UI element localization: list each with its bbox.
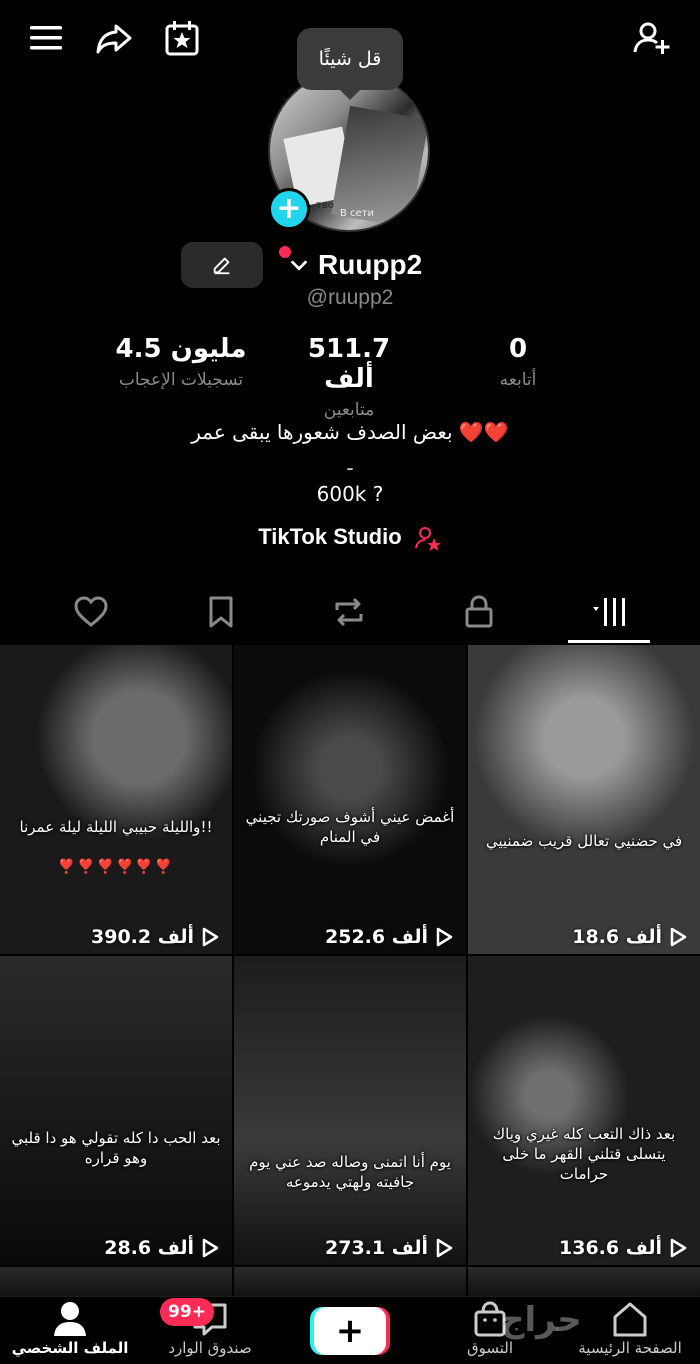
following-stat[interactable]: 0 أتابعه	[488, 334, 548, 390]
followers-stat[interactable]: 511.7 ألف متابعين	[282, 334, 416, 420]
video-caption: بعد الحب دا كله تقولي هو دا قلبي وهو قرا…	[11, 1129, 221, 1167]
views-count: 390.2 ألف	[91, 926, 194, 948]
likes-count: 4.5 مليون	[115, 334, 247, 364]
watermark: حراج	[500, 1300, 582, 1340]
video-views: 136.6 ألف	[559, 1237, 688, 1259]
edit-profile-button[interactable]	[181, 242, 263, 288]
chevron-down-icon	[290, 260, 308, 271]
play-icon	[670, 927, 687, 947]
video-thumbnail-4[interactable]: بعد الحب دا كله تقولي هو دا قلبي وهو قرا…	[0, 956, 232, 1265]
bottom-navigation: الصفحة الرئيسية التسوق + صندوق الوارد ال…	[0, 1296, 700, 1364]
nav-profile[interactable]: الملف الشخصي	[10, 1297, 130, 1364]
account-switcher[interactable]: Ruupp2	[280, 242, 422, 288]
tab-reposts[interactable]	[314, 584, 384, 640]
inbox-badge: 99+	[160, 1298, 214, 1326]
followers-count: 511.7 ألف	[307, 334, 391, 394]
views-count: 252.6 ألف	[325, 926, 428, 948]
video-thumbnail-6[interactable]: بعد ذاك التعب كله غيري وياك يتسلى قتلني …	[468, 956, 700, 1265]
tab-liked[interactable]	[56, 584, 126, 640]
home-icon	[613, 1302, 647, 1337]
play-icon	[436, 927, 453, 947]
creator-star-icon	[414, 527, 441, 552]
tiktok-studio-link[interactable]: TikTok Studio	[0, 524, 700, 552]
views-count: 136.6 ألف	[559, 1237, 662, 1259]
content-tabs	[0, 584, 700, 643]
add-friend-icon[interactable]	[628, 14, 676, 62]
play-icon	[202, 1238, 219, 1258]
bio-line-3: 600k ?	[316, 482, 384, 506]
pencil-icon	[213, 257, 230, 275]
video-thumbnail-2[interactable]: أغمض عيني أشوف صورتك تجيني في المنام 252…	[234, 645, 466, 954]
video-hearts: ❣️❣️❣️❣️❣️❣️	[57, 859, 175, 875]
following-count: 0	[508, 334, 528, 364]
video-thumbnail-1[interactable]: والليلة حبيبي الليلة ليلة عمرنا!! ❣️❣️❣️…	[0, 645, 232, 954]
say-something-tooltip[interactable]: قل شيئًا	[297, 28, 403, 100]
calendar-star-icon[interactable]	[158, 14, 206, 62]
followers-label: متابعين	[323, 400, 375, 420]
handle-text: @ruupp2	[306, 286, 394, 309]
studio-label: TikTok Studio	[258, 524, 402, 549]
bio-line-1: بعض الصدف شعورها يبقى عمر ❤️❤️	[191, 420, 509, 444]
likes-label: تسجيلات الإعجاب	[118, 370, 244, 390]
tab-private[interactable]	[444, 584, 514, 640]
menu-icon[interactable]	[22, 14, 70, 62]
video-thumbnail-7[interactable]	[0, 1267, 232, 1297]
video-views: 273.1 ألف	[325, 1237, 454, 1259]
nav-shop-label: التسوق	[466, 1339, 514, 1357]
create-button[interactable]: +	[314, 1307, 386, 1355]
profile-icon	[54, 1302, 86, 1336]
video-views: 28.6 ألف	[104, 1237, 220, 1259]
video-thumbnail-8[interactable]	[234, 1267, 466, 1297]
tab-saved[interactable]	[186, 584, 256, 640]
nav-profile-label: الملف الشخصي	[11, 1339, 129, 1357]
tab-videos[interactable]	[574, 584, 644, 640]
video-views: 390.2 ألف	[91, 926, 220, 948]
play-icon	[436, 1238, 453, 1258]
video-thumbnail-9[interactable]	[468, 1267, 700, 1297]
add-story-button[interactable]: +	[268, 188, 310, 230]
profile-name: Ruupp2	[318, 249, 423, 280]
heart-icon	[74, 596, 108, 627]
video-thumbnail-5[interactable]: يوم أنا اتمنى وصاله صد عني يوم جافيته ول…	[234, 956, 466, 1265]
play-icon	[670, 1238, 687, 1258]
nav-inbox-label: صندوق الوارد	[168, 1339, 252, 1357]
video-caption: والليلة حبيبي الليلة ليلة عمرنا!!	[19, 818, 213, 836]
video-thumbnail-3[interactable]: في حضنيي تعالل قريب ضمنييي 18.6 ألف	[468, 645, 700, 954]
grid-bars-icon	[593, 598, 625, 626]
nav-home-label: الصفحة الرئيسية	[578, 1339, 682, 1357]
repost-icon	[335, 597, 363, 627]
views-count: 273.1 ألف	[325, 1237, 428, 1259]
video-views: 252.6 ألف	[325, 926, 454, 948]
avatar-text-1: тво	[316, 200, 334, 211]
views-count: 28.6 ألف	[104, 1237, 194, 1259]
profile-handle: @ruupp2	[0, 286, 700, 310]
avatar-text-2: В сети	[340, 208, 375, 219]
following-label: أتابعه	[499, 370, 537, 390]
play-icon	[202, 927, 219, 947]
views-count: 18.6 ألف	[572, 926, 662, 948]
video-caption: أغمض عيني أشوف صورتك تجيني في المنام	[245, 808, 455, 846]
bookmark-icon	[209, 596, 233, 628]
likes-stat[interactable]: 4.5 مليون تسجيلات الإعجاب	[110, 334, 252, 390]
share-icon[interactable]	[90, 14, 138, 62]
video-caption: يوم أنا اتمنى وصاله صد عني يوم جافيته ول…	[249, 1153, 451, 1191]
active-tab-indicator	[568, 640, 650, 643]
video-caption: في حضنيي تعالل قريب ضمنييي	[485, 832, 683, 850]
bio-line-2: -	[346, 456, 354, 480]
video-views: 18.6 ألف	[572, 926, 688, 948]
lock-icon	[465, 595, 493, 628]
video-caption: بعد ذاك التعب كله غيري وياك يتسلى قتلني …	[492, 1125, 676, 1183]
nav-home[interactable]: الصفحة الرئيسية	[570, 1297, 690, 1364]
